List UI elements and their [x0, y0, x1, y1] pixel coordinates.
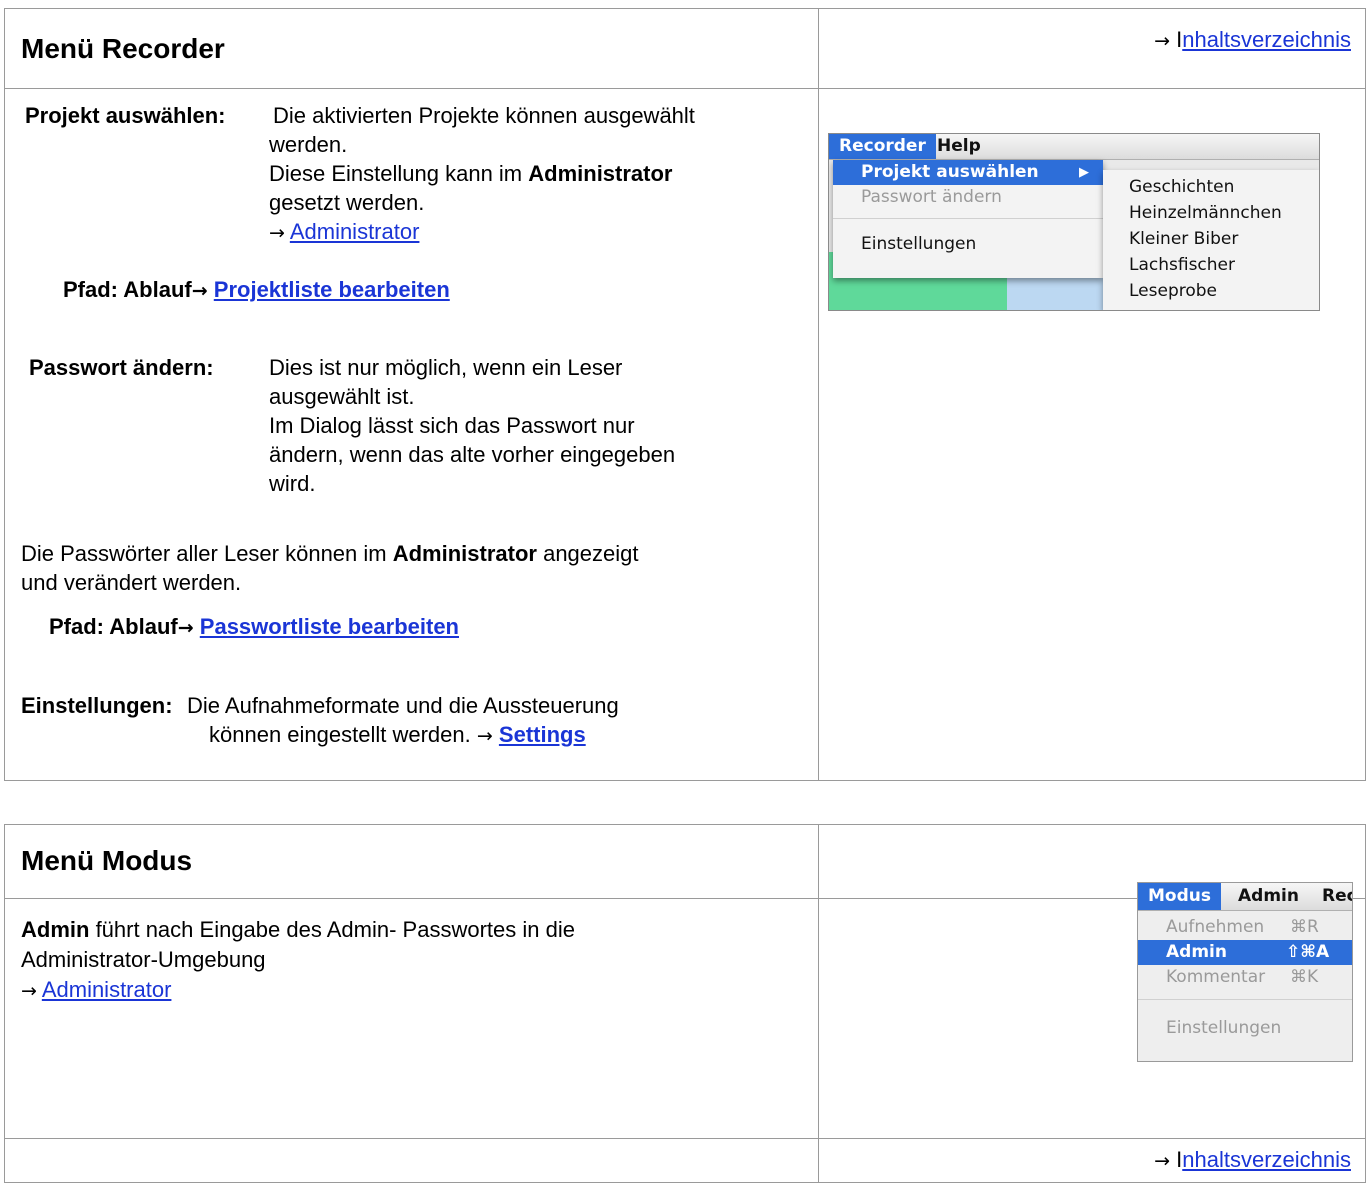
- submenu-arrow-icon: ▶: [1079, 165, 1089, 180]
- menu-item-admin: Admin ⇧⌘A: [1138, 940, 1352, 965]
- submenu-item: Leseprobe: [1129, 281, 1218, 301]
- projekt-label: Projekt auswählen:: [25, 103, 226, 128]
- arrow-icon: →: [21, 980, 37, 1002]
- einst-label: Einstellungen:: [21, 693, 173, 718]
- text-line: ändern, wenn das alte vorher eingegeben: [269, 442, 676, 467]
- text-line: Im Dialog lässt sich das Passwort nur: [269, 413, 635, 438]
- recorder-menu-screenshot: Recorder Help Projekt auswählen ▶ Passwor…: [828, 133, 1320, 311]
- text-line: Die aktivierten Projekte können ausgewäh…: [273, 103, 695, 128]
- text-line: ausgewählt ist.: [269, 384, 415, 409]
- menu-rec: Rec: [1322, 886, 1352, 906]
- admin-link-row: → Administrator: [269, 217, 695, 248]
- text-line: Die Passwörter aller Leser können im Adm…: [21, 541, 639, 566]
- text-line: Diese Einstellung kann im Administrator: [269, 161, 673, 186]
- modus-menu-screenshot: Modus Admin Rec Aufnehmen⌘R Admin⇧⌘A Kom…: [1137, 882, 1353, 1062]
- einst-desc: Die Aufnahmeformate und die Aussteuerung…: [187, 691, 619, 751]
- admin-paragraph: Admin führt nach Eingabe des Admin- Pass…: [21, 915, 575, 1006]
- text-line: und verändert werden.: [21, 570, 242, 595]
- arrow-icon: →: [269, 222, 285, 244]
- section-title: Menü Modus: [21, 845, 193, 876]
- menu-item-aufnehmen: Aufnehmen ⌘R: [1166, 917, 1319, 937]
- menu-item-kommentar: Kommentar ⌘K: [1166, 967, 1319, 987]
- pfad-passwortliste: Pfad: Ablauf→ Passwortliste bearbeiten: [49, 614, 459, 639]
- submenu-item: Geschichten: [1129, 177, 1235, 197]
- text-line: wird.: [269, 471, 316, 496]
- menu-admin: Admin: [1238, 886, 1299, 906]
- text-line: Die Aufnahmeformate und die Aussteuerung: [187, 693, 619, 718]
- modus-header-cell: Menü Modus: [4, 824, 819, 899]
- arrow-icon: →: [1154, 30, 1170, 52]
- administrator-link[interactable]: Administrator: [290, 219, 420, 244]
- pfad-projektliste: Pfad: Ablauf→ Projektliste bearbeiten: [63, 277, 450, 302]
- submenu-item: Kleiner Biber: [1129, 229, 1239, 249]
- text-line: werden.: [269, 132, 348, 157]
- menu-item-einstellungen: Einstellungen: [1166, 1018, 1282, 1038]
- leser-paragraph: Die Passwörter aller Leser können im Adm…: [21, 539, 639, 597]
- recorder-table: Menü Recorder → Inhaltsverzeichnis Proje…: [4, 8, 1366, 781]
- menu-item-projekt: Projekt auswählen ▶: [833, 160, 1103, 185]
- menu-separator: [833, 218, 1103, 219]
- submenu-item: Lachsfischer: [1129, 255, 1236, 275]
- toc-link[interactable]: nhaltsverzeichnis: [1182, 1147, 1351, 1172]
- arrow-icon: →: [476, 725, 493, 747]
- projektliste-link[interactable]: Projektliste bearbeiten: [214, 277, 450, 302]
- text-line: Dies ist nur möglich, wenn ein Leser: [269, 355, 623, 380]
- modus-body-cell: Admin führt nach Eingabe des Admin- Pass…: [4, 898, 819, 1139]
- admin-link-row: → Administrator: [21, 975, 575, 1006]
- settings-link[interactable]: Settings: [499, 722, 586, 747]
- modus-footer-left-cell: [4, 1138, 819, 1183]
- settings-link-row: können eingestellt werden. → Settings: [209, 722, 586, 747]
- menu-item-einstellungen: Einstellungen: [861, 234, 977, 254]
- administrator-link[interactable]: Administrator: [42, 977, 172, 1002]
- recorder-body-cell: Projekt auswählen: Die aktivierten Proje…: [4, 88, 819, 781]
- arrow-icon: →: [177, 617, 194, 639]
- text-line: Administrator-Umgebung: [21, 947, 266, 972]
- toc-link-row: → Inhaltsverzeichnis: [1154, 1147, 1351, 1173]
- menu-modus: Modus: [1138, 883, 1221, 910]
- menu-item-passwort: Passwort ändern: [861, 187, 1002, 207]
- recorder-toc-cell: → Inhaltsverzeichnis: [818, 8, 1366, 89]
- toc-link-row: → Inhaltsverzeichnis: [1154, 27, 1351, 53]
- projekt-submenu: Geschichten Heinzelmännchen Kleiner Bibe…: [1103, 170, 1319, 310]
- menu-help: Help: [937, 136, 981, 156]
- projekt-desc: Die aktivierten Projekte können ausgewäh…: [269, 101, 695, 248]
- arrow-icon: →: [1154, 1150, 1170, 1172]
- menu-separator: [1138, 999, 1352, 1000]
- text-line: Admin führt nach Eingabe des Admin- Pass…: [21, 917, 575, 942]
- passwortliste-link[interactable]: Passwortliste bearbeiten: [200, 614, 459, 639]
- recorder-dropdown: Projekt auswählen ▶ Passwort ändern Einst…: [833, 160, 1103, 278]
- submenu-item: Heinzelmännchen: [1129, 203, 1282, 223]
- arrow-icon: →: [191, 280, 208, 302]
- modus-toc-cell: → Inhaltsverzeichnis: [818, 1138, 1366, 1183]
- recorder-header-cell: Menü Recorder: [4, 8, 819, 89]
- passwort-desc: Dies ist nur möglich, wenn ein Leser aus…: [269, 353, 675, 498]
- toc-link[interactable]: nhaltsverzeichnis: [1182, 27, 1351, 52]
- passwort-label: Passwort ändern:: [29, 355, 214, 380]
- section-title: Menü Recorder: [21, 33, 225, 64]
- menu-recorder: Recorder: [829, 134, 936, 159]
- text-line: gesetzt werden.: [269, 190, 425, 215]
